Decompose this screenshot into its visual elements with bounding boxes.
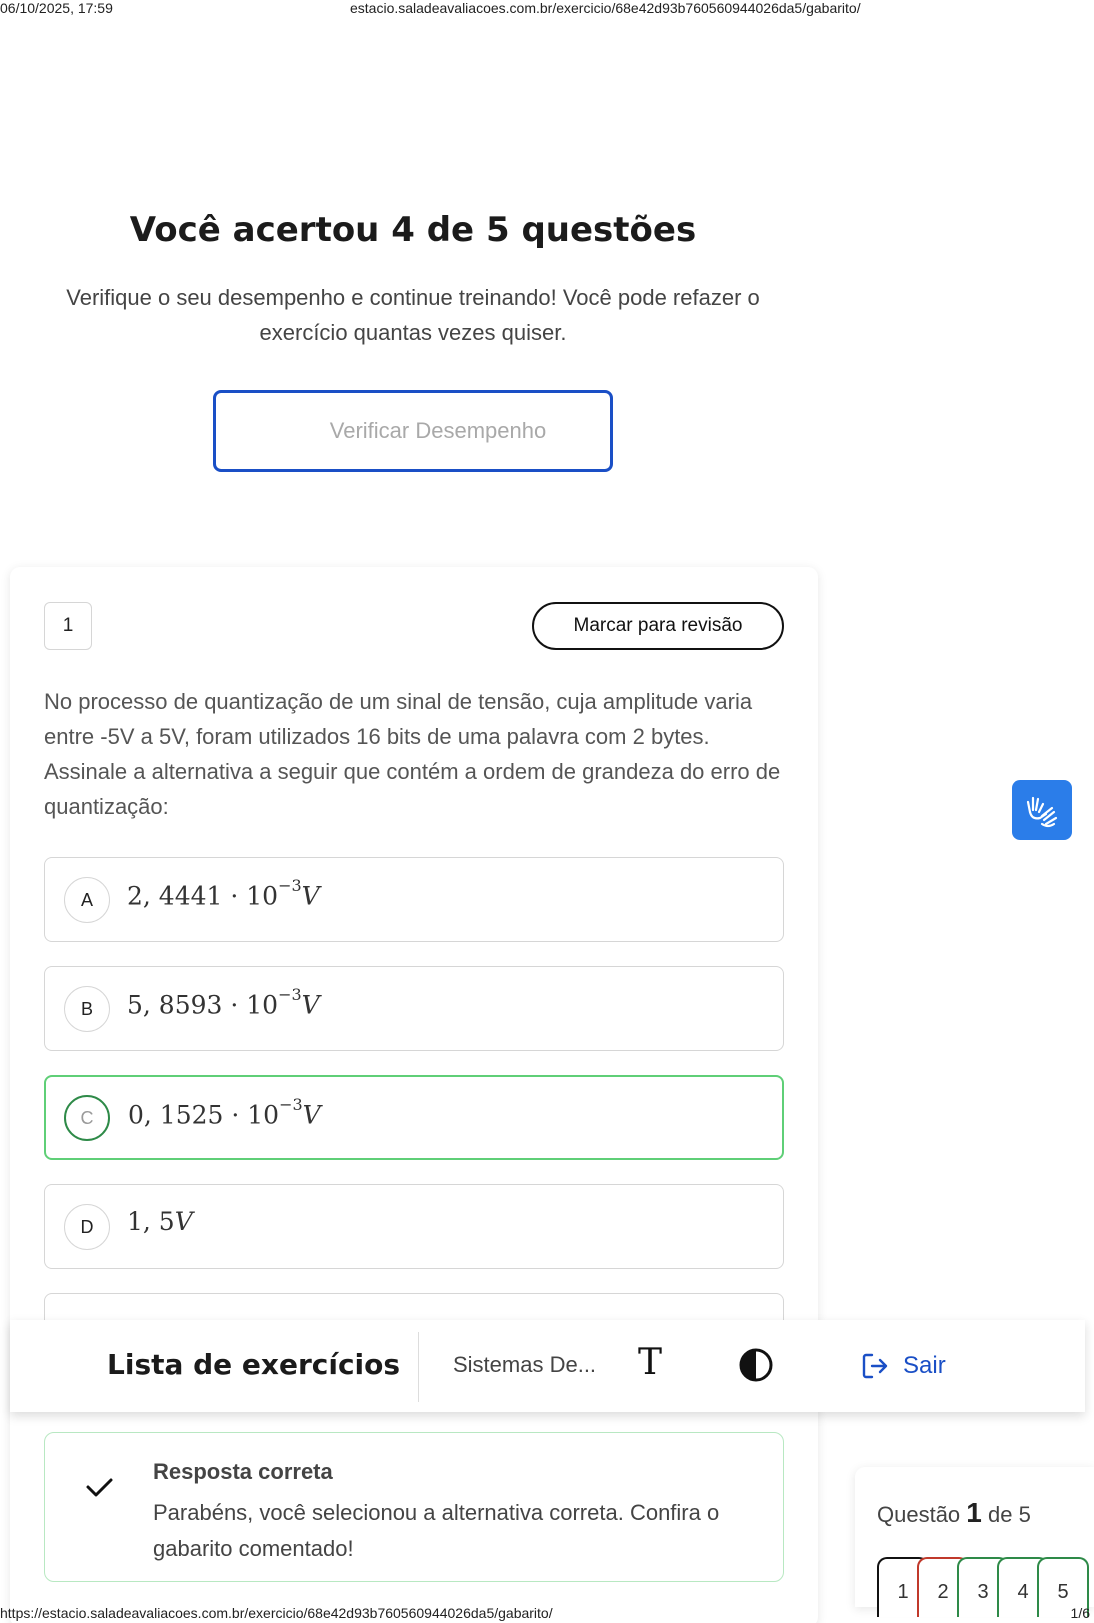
question-number: 1 xyxy=(44,602,92,650)
option-letter: B xyxy=(64,986,110,1032)
contrast-icon[interactable] xyxy=(738,1347,774,1383)
toolbar-divider xyxy=(418,1332,419,1402)
mark-for-review-button[interactable]: Marcar para revisão xyxy=(532,602,784,650)
exercise-list-title: Lista de exercícios xyxy=(107,1348,401,1381)
verify-performance-button[interactable]: Verificar Desempenho xyxy=(213,390,613,472)
option-b[interactable]: B 5, 8593 · 10−3V xyxy=(44,966,784,1051)
feedback-message: Parabéns, você selecionou a alternativa … xyxy=(153,1500,720,1561)
option-value: 0, 1525 · 10−3V xyxy=(128,1095,321,1130)
font-size-icon[interactable]: T xyxy=(638,1342,662,1383)
print-date: 06/10/2025, 17:59 xyxy=(0,0,113,16)
question-counter: Questão 1 de 5 xyxy=(877,1497,1031,1528)
option-value: 5, 8593 · 10−3V xyxy=(127,985,320,1020)
accessibility-button[interactable] xyxy=(1012,780,1072,840)
option-d[interactable]: D 1, 5V xyxy=(44,1184,784,1269)
exit-button[interactable]: Sair xyxy=(859,1348,946,1384)
exercise-toolbar: Lista de exercícios Sistemas De... T Sai… xyxy=(10,1320,1085,1412)
question-navigator: Questão 1 de 5 1 2 3 4 5 xyxy=(855,1467,1094,1617)
print-footer: https://estacio.saladeavaliacoes.com.br/… xyxy=(0,1603,1094,1623)
result-subtitle: Verifique o seu desempenho e continue tr… xyxy=(66,285,760,345)
print-page-number: 1/6 xyxy=(1070,1605,1090,1621)
question-statement: No processo de quantização de um sinal d… xyxy=(44,689,781,819)
print-footer-url: https://estacio.saladeavaliacoes.com.br/… xyxy=(0,1605,553,1621)
option-c[interactable]: C 0, 1525 · 10−3V xyxy=(44,1075,784,1160)
exit-label: Sair xyxy=(903,1352,946,1379)
result-hero: Você acertou 4 de 5 questões Verifique o… xyxy=(0,210,826,350)
sign-language-hands-icon xyxy=(1026,796,1058,828)
option-value: 2, 4441 · 10−3V xyxy=(127,876,320,911)
answer-feedback: Resposta correta Parabéns, você selecion… xyxy=(44,1432,784,1582)
option-letter: C xyxy=(64,1095,110,1141)
logout-icon xyxy=(862,1353,888,1379)
option-a[interactable]: A 2, 4441 · 10−3V xyxy=(44,857,784,942)
check-icon xyxy=(86,1478,113,1497)
option-value: 1, 5V xyxy=(127,1207,193,1236)
feedback-title: Resposta correta xyxy=(153,1459,333,1484)
print-header-url: estacio.saladeavaliacoes.com.br/exercici… xyxy=(350,0,861,16)
print-header: 06/10/2025, 17:59 estacio.saladeavaliaco… xyxy=(0,0,1094,18)
option-letter: D xyxy=(64,1204,110,1250)
subject-name: Sistemas De... xyxy=(453,1352,597,1377)
result-title: Você acertou 4 de 5 questões xyxy=(129,210,697,250)
option-letter: A xyxy=(64,877,110,923)
